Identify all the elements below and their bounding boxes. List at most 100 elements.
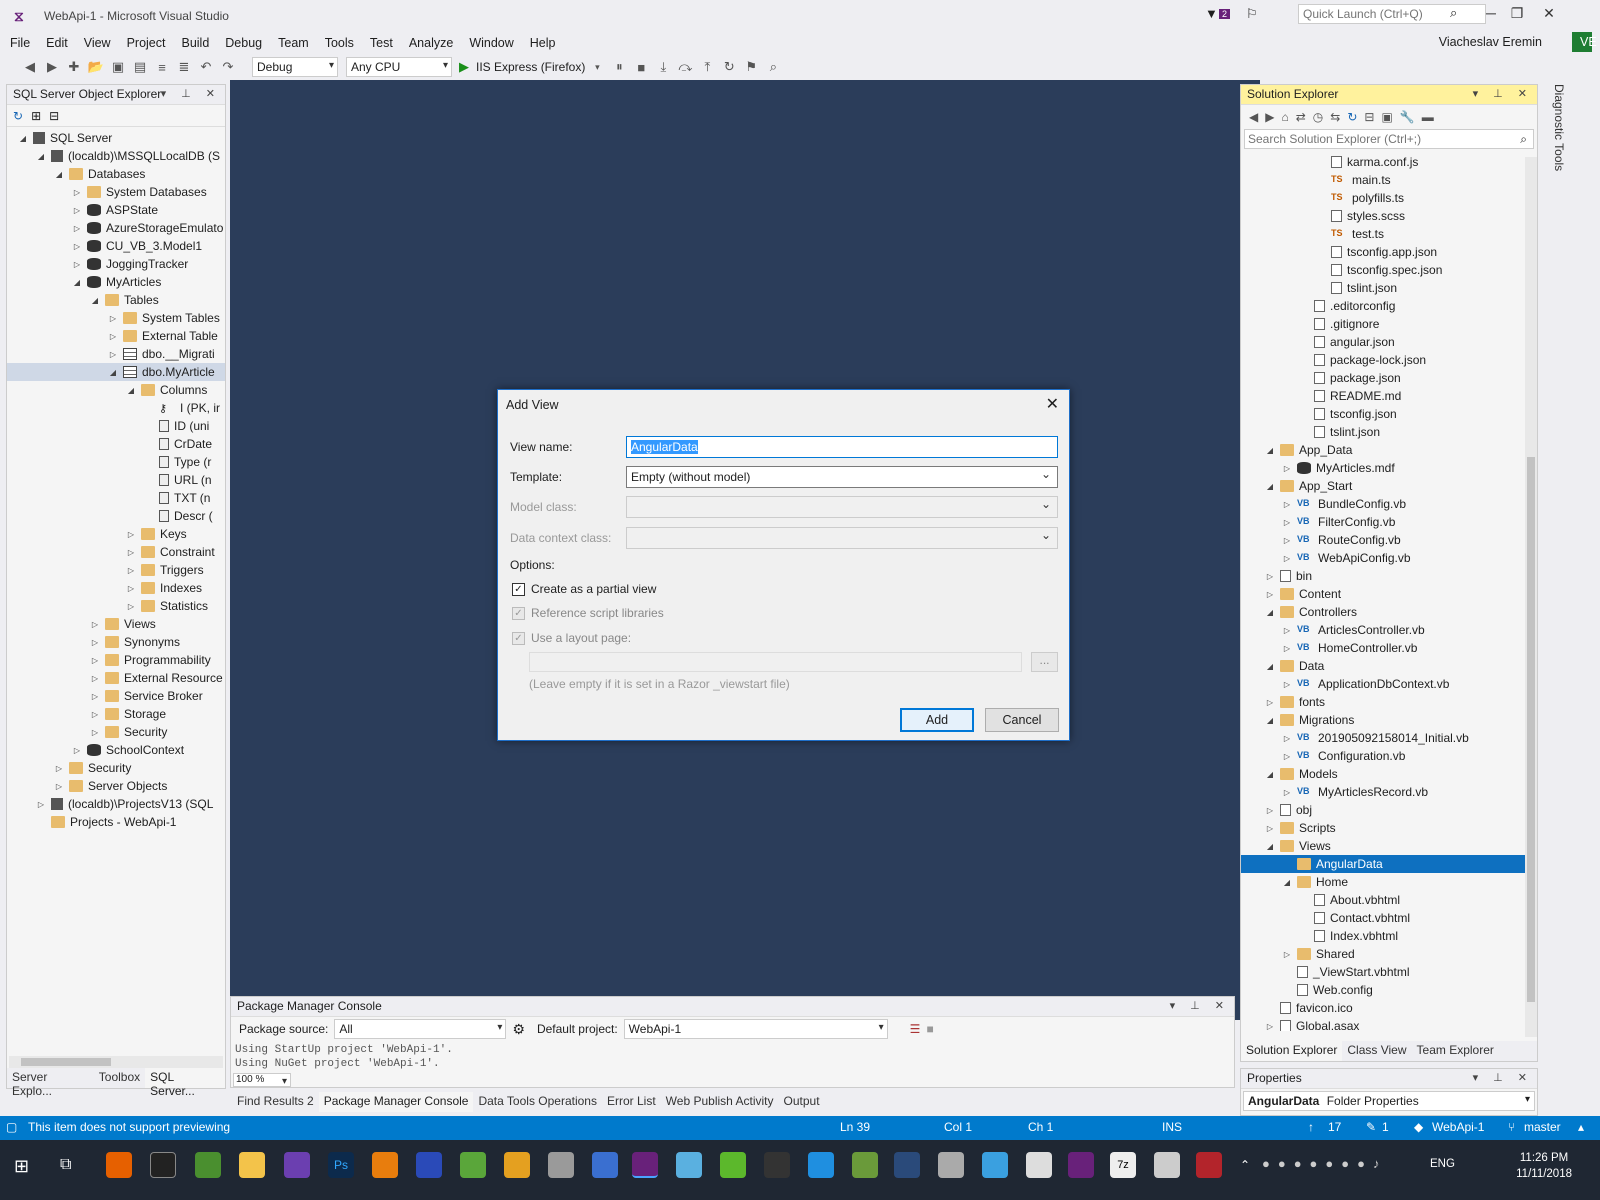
- tree-node[interactable]: ◢ Tables: [7, 291, 225, 309]
- tree-node[interactable]: ▷ Service Broker: [7, 687, 225, 705]
- layout-page-checkbox[interactable]: ✓ Use a layout page:: [512, 631, 631, 645]
- notification-badge[interactable]: 2: [1219, 9, 1231, 19]
- app-icon[interactable]: [720, 1152, 746, 1178]
- tab-find-results-2[interactable]: Find Results 2: [232, 1092, 319, 1112]
- tree-node[interactable]: karma.conf.js: [1241, 153, 1537, 171]
- tree-node[interactable]: ▷ Global.asax: [1241, 1017, 1537, 1031]
- expand-arrow-icon[interactable]: ▷: [1281, 788, 1293, 797]
- expand-arrow-icon[interactable]: ▷: [71, 746, 83, 755]
- tree-node[interactable]: ◢ SQL Server: [7, 129, 225, 147]
- app-icon[interactable]: [284, 1152, 310, 1178]
- reference-scripts-checkbox[interactable]: ✓ Reference script libraries: [512, 606, 664, 620]
- tree-node[interactable]: AngularData: [1241, 855, 1537, 873]
- tree-node[interactable]: tsconfig.json: [1241, 405, 1537, 423]
- tree-node[interactable]: ▷ External Resource: [7, 669, 225, 687]
- status-branch[interactable]: master: [1524, 1120, 1561, 1134]
- app-icon[interactable]: [894, 1152, 920, 1178]
- app-icon[interactable]: [416, 1152, 442, 1178]
- expand-arrow-icon[interactable]: ▷: [107, 350, 119, 359]
- app-icon[interactable]: [764, 1152, 790, 1178]
- tree-node[interactable]: ▷ MyArticles.mdf: [1241, 459, 1537, 477]
- expand-arrow-icon[interactable]: ▷: [71, 242, 83, 251]
- tree-node[interactable]: ⚷ I (PK, ir: [7, 399, 225, 417]
- terminal-icon[interactable]: [150, 1152, 176, 1178]
- tree-node[interactable]: ▷ Triggers: [7, 561, 225, 579]
- tab-output[interactable]: Output: [779, 1092, 825, 1112]
- expand-arrow-icon[interactable]: ▷: [125, 584, 137, 593]
- diagnostic-tools-tab[interactable]: Diagnostic Tools: [1548, 84, 1566, 284]
- expand-arrow-icon[interactable]: ▷: [89, 728, 101, 737]
- close-button[interactable]: ✕: [1534, 5, 1564, 22]
- tree-node[interactable]: ▷ VB ArticlesController.vb: [1241, 621, 1537, 639]
- tree-node[interactable]: ▷ ASPState: [7, 201, 225, 219]
- file-explorer-icon[interactable]: [239, 1152, 265, 1178]
- tree-node[interactable]: ▷ Security: [7, 759, 225, 777]
- tree-node[interactable]: ▷ VB Configuration.vb: [1241, 747, 1537, 765]
- tree-node[interactable]: ▷ System Databases: [7, 183, 225, 201]
- tree-node[interactable]: ◢ dbo.MyArticle: [7, 363, 225, 381]
- zoom-select[interactable]: 100 %: [233, 1073, 291, 1087]
- panel-buttons[interactable]: ▾ ⊥ ✕: [161, 87, 221, 100]
- tree-node[interactable]: ▷ Views: [7, 615, 225, 633]
- save-icon[interactable]: ▣: [108, 57, 128, 77]
- forward-icon[interactable]: ▶: [42, 57, 62, 77]
- collapse-arrow-icon[interactable]: ◢: [1264, 446, 1276, 455]
- windows-start-icon[interactable]: ⊞: [14, 1156, 29, 1177]
- collapse-arrow-icon[interactable]: ◢: [1264, 662, 1276, 671]
- expand-arrow-icon[interactable]: ▷: [1281, 554, 1293, 563]
- collapse-arrow-icon[interactable]: ◢: [125, 386, 137, 395]
- redo-icon[interactable]: ↷: [218, 57, 238, 77]
- avatar[interactable]: VE: [1572, 32, 1597, 52]
- menu-file[interactable]: File: [0, 36, 38, 50]
- tree-node[interactable]: ▷ Keys: [7, 525, 225, 543]
- tree-node[interactable]: ▷ dbo.__Migrati: [7, 345, 225, 363]
- expand-arrow-icon[interactable]: ▷: [71, 224, 83, 233]
- status-unpushed[interactable]: 17: [1328, 1120, 1341, 1134]
- properties-object-select[interactable]: AngularData Folder Properties ▾: [1243, 1091, 1535, 1111]
- tree-node[interactable]: ID (uni: [7, 417, 225, 435]
- tree-node[interactable]: TS main.ts: [1241, 171, 1537, 189]
- expand-arrow-icon[interactable]: ▷: [125, 602, 137, 611]
- feedback-icon[interactable]: ⚐: [1246, 6, 1258, 22]
- tab-team-explorer[interactable]: Team Explorer: [1412, 1041, 1499, 1061]
- tree-node[interactable]: ◢ Columns: [7, 381, 225, 399]
- tree-node[interactable]: ▷ External Table: [7, 327, 225, 345]
- panel-buttons[interactable]: ▾ ⊥ ✕: [1473, 87, 1533, 100]
- expand-arrow-icon[interactable]: ▷: [1281, 464, 1293, 473]
- expand-arrow-icon[interactable]: ▷: [1281, 536, 1293, 545]
- tree-node[interactable]: _ViewStart.vbhtml: [1241, 963, 1537, 981]
- collapse-arrow-icon[interactable]: ◢: [53, 170, 65, 179]
- step-into-icon[interactable]: ⤓: [653, 57, 673, 77]
- expand-arrow-icon[interactable]: ▷: [89, 656, 101, 665]
- app-icon[interactable]: [1154, 1152, 1180, 1178]
- tree-node[interactable]: ▷ Shared: [1241, 945, 1537, 963]
- app-icon[interactable]: [982, 1152, 1008, 1178]
- collapse-arrow-icon[interactable]: ◢: [35, 152, 47, 161]
- partial-view-checkbox[interactable]: ✓ Create as a partial view: [512, 582, 656, 596]
- tree-node[interactable]: ▷ VB WebApiConfig.vb: [1241, 549, 1537, 567]
- group-icon[interactable]: ⊟: [49, 109, 59, 123]
- quick-launch-input[interactable]: [1298, 4, 1486, 24]
- settings-gear-icon[interactable]: ⚙: [512, 1021, 525, 1038]
- tree-node[interactable]: ▷ fonts: [1241, 693, 1537, 711]
- undo-icon[interactable]: ↶: [196, 57, 216, 77]
- close-icon[interactable]: ✕: [1046, 394, 1059, 414]
- blender-icon[interactable]: [372, 1152, 398, 1178]
- tree-node[interactable]: ◢ Databases: [7, 165, 225, 183]
- tree-node[interactable]: ▷ JoggingTracker: [7, 255, 225, 273]
- default-project-select[interactable]: WebApi-1: [623, 1019, 888, 1039]
- tree-node[interactable]: tslint.json: [1241, 279, 1537, 297]
- run-icon[interactable]: ▶: [454, 57, 474, 77]
- tray-icons[interactable]: ●●●●●●●♪: [1262, 1156, 1387, 1171]
- tree-node[interactable]: ◢ Controllers: [1241, 603, 1537, 621]
- uncomment-icon[interactable]: ≣: [174, 57, 194, 77]
- collapse-arrow-icon[interactable]: ◢: [107, 368, 119, 377]
- expand-arrow-icon[interactable]: ▷: [1264, 572, 1276, 581]
- forward-icon[interactable]: ▶: [1265, 110, 1274, 124]
- tree-node[interactable]: ▷ AzureStorageEmulato: [7, 219, 225, 237]
- expand-arrow-icon[interactable]: ▷: [1264, 698, 1276, 707]
- tree-node[interactable]: angular.json: [1241, 333, 1537, 351]
- expand-arrow-icon[interactable]: ▷: [125, 530, 137, 539]
- expand-arrow-icon[interactable]: ▷: [89, 692, 101, 701]
- panel-buttons[interactable]: ▾ ⊥ ✕: [1170, 999, 1230, 1012]
